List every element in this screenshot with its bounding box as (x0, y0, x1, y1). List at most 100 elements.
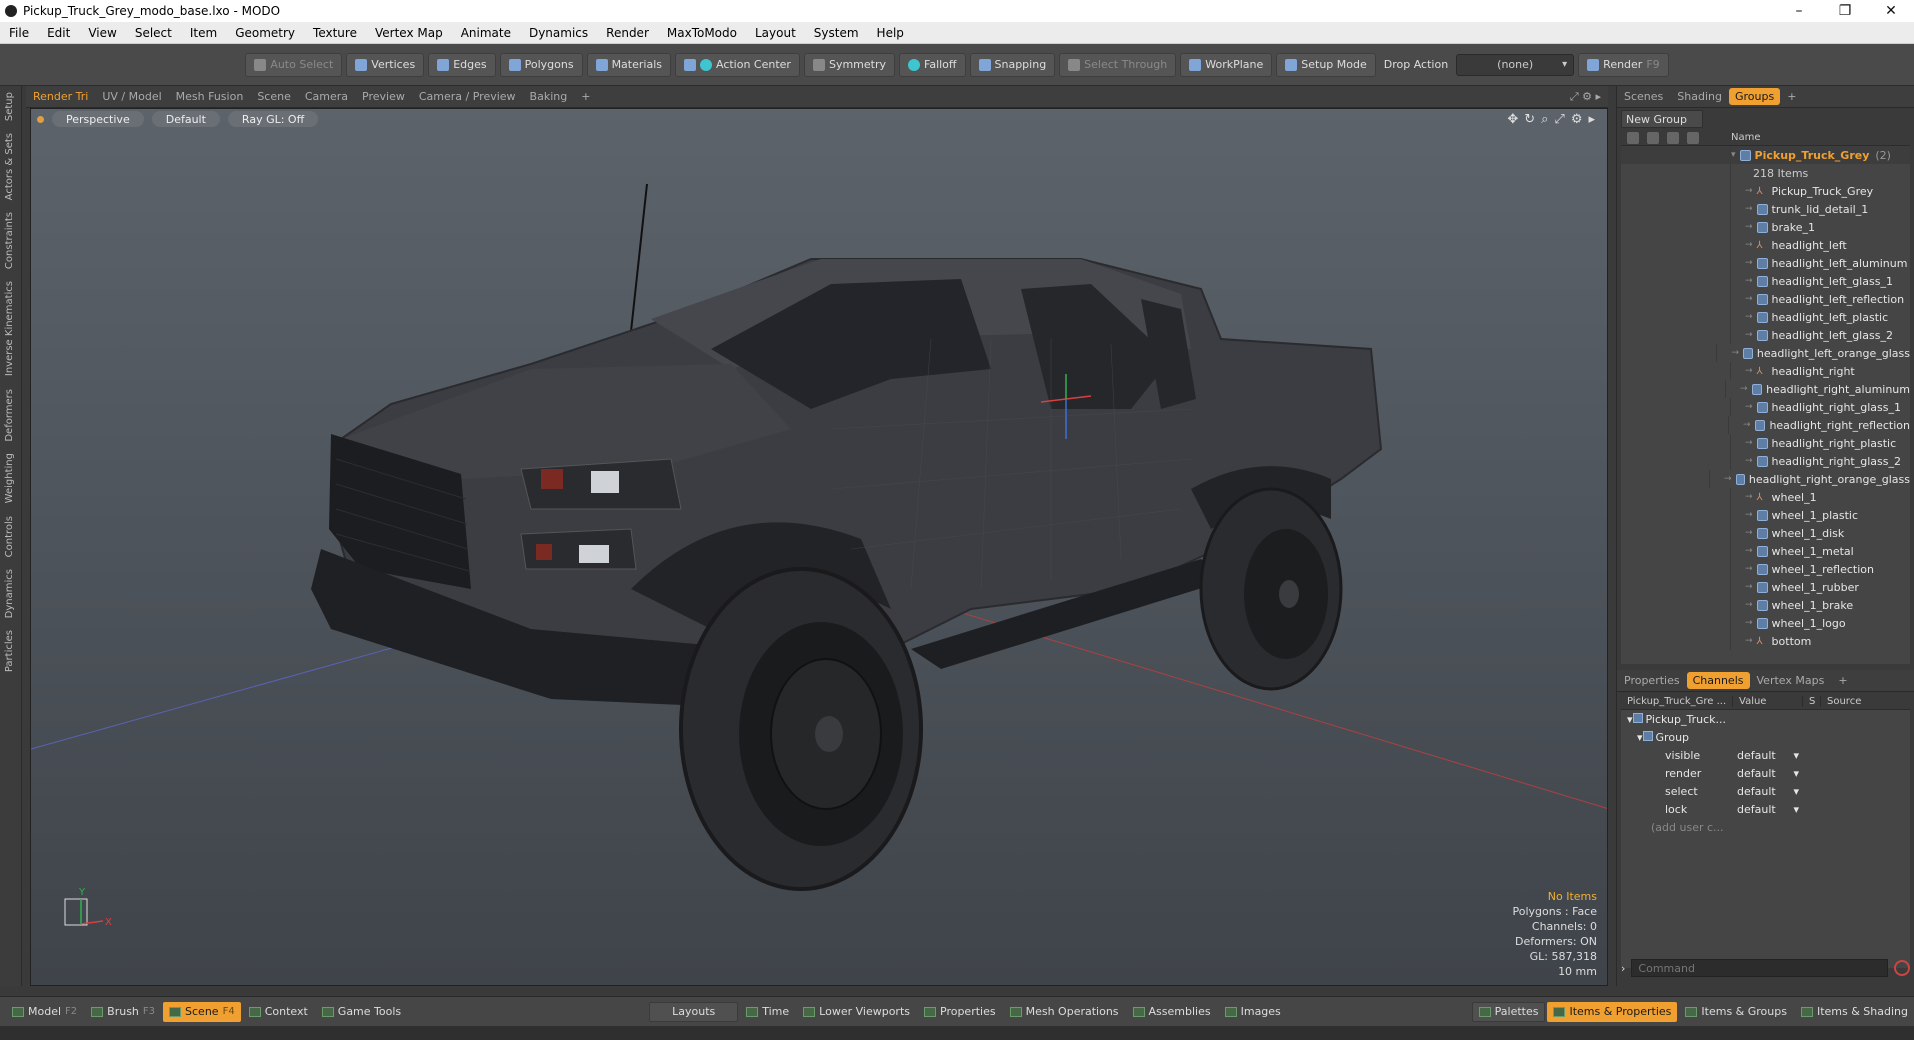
menu-view[interactable]: View (79, 26, 125, 40)
snapping-button[interactable]: Snapping (969, 52, 1056, 77)
menu-select[interactable]: Select (126, 26, 181, 40)
group-member-row[interactable]: → ⅄ bottom (1621, 632, 1910, 650)
channel-value-dropdown[interactable]: default ▾ (1733, 803, 1803, 816)
tab-particles[interactable]: Particles (4, 624, 15, 678)
tab-scene[interactable]: Scene (250, 90, 298, 103)
tab-deformers[interactable]: Deformers (4, 383, 15, 448)
add-panel-tab[interactable]: + (1780, 90, 1803, 103)
menu-help[interactable]: Help (868, 26, 913, 40)
eye-icon[interactable] (1627, 131, 1639, 144)
select-column-icon[interactable] (1687, 131, 1699, 144)
tab-uv-model[interactable]: UV / Model (95, 90, 168, 103)
group-member-row[interactable]: → headlight_left_glass_1 (1621, 272, 1910, 290)
action-center-button[interactable]: Action Center (674, 52, 800, 77)
group-member-row[interactable]: → ⅄ headlight_left (1621, 236, 1910, 254)
channel-value-dropdown[interactable]: default ▾ (1733, 749, 1803, 762)
channel-value-dropdown[interactable]: default ▾ (1733, 785, 1803, 798)
group-member-row[interactable]: → wheel_1_disk (1621, 524, 1910, 542)
add-tab-button[interactable]: + (574, 90, 597, 103)
menu-layout[interactable]: Layout (746, 26, 805, 40)
group-member-row[interactable]: → ⅄ headlight_right (1621, 362, 1910, 380)
maximize-button[interactable]: ❐ (1822, 3, 1868, 19)
items-groups-button[interactable]: Items & Groups (1679, 1002, 1793, 1022)
menu-animate[interactable]: Animate (452, 26, 520, 40)
drop-action-select[interactable]: (none) (1456, 53, 1575, 76)
menu-maxtomodo[interactable]: MaxToModo (658, 26, 746, 40)
minimize-button[interactable]: – (1776, 3, 1822, 19)
tab-channels[interactable]: Channels (1686, 672, 1750, 689)
tab-preview[interactable]: Preview (355, 90, 412, 103)
lower-viewports-button[interactable]: Lower Viewports (797, 1002, 916, 1022)
group-member-row[interactable]: → ⅄ Pickup_Truck_Grey (1621, 182, 1910, 200)
time-button[interactable]: Time (740, 1002, 795, 1022)
group-member-row[interactable]: → headlight_left_aluminum (1621, 254, 1910, 272)
group-member-row[interactable]: → wheel_1_plastic (1621, 506, 1910, 524)
command-expand-icon[interactable]: › (1621, 962, 1625, 975)
channel-value-dropdown[interactable]: default ▾ (1733, 767, 1803, 780)
auto-select-button[interactable]: Auto Select (245, 52, 343, 77)
tab-camera-preview[interactable]: Camera / Preview (412, 90, 523, 103)
group-member-row[interactable]: → wheel_1_rubber (1621, 578, 1910, 596)
group-member-row[interactable]: → wheel_1_logo (1621, 614, 1910, 632)
group-member-row[interactable]: → headlight_right_plastic (1621, 434, 1910, 452)
menu-item[interactable]: Item (181, 26, 226, 40)
group-member-row[interactable]: → headlight_right_aluminum (1621, 380, 1910, 398)
menu-edit[interactable]: Edit (38, 26, 79, 40)
group-member-row[interactable]: → headlight_right_reflection (1621, 416, 1910, 434)
items-shading-button[interactable]: Items & Shading (1795, 1002, 1914, 1022)
items-properties-button[interactable]: Items & Properties (1547, 1001, 1678, 1022)
render-column-icon[interactable] (1647, 131, 1659, 144)
group-member-row[interactable]: → wheel_1_brake (1621, 596, 1910, 614)
layout-model-button[interactable]: Model F2 (6, 1002, 83, 1022)
layout-brush-button[interactable]: Brush F3 (85, 1002, 161, 1022)
tab-constraints[interactable]: Constraints (4, 206, 15, 275)
menu-dynamics[interactable]: Dynamics (520, 26, 597, 40)
setup-mode-button[interactable]: Setup Mode (1276, 52, 1376, 77)
vertices-button[interactable]: Vertices (346, 52, 425, 77)
close-button[interactable]: ✕ (1868, 3, 1914, 19)
tab-inverse-kinematics[interactable]: Inverse Kinematics (4, 275, 15, 382)
group-member-row[interactable]: → ⅄ wheel_1 (1621, 488, 1910, 506)
tab-vertex-maps[interactable]: Vertex Maps (1750, 674, 1832, 687)
select-through-button[interactable]: Select Through (1059, 52, 1177, 77)
tab-scenes[interactable]: Scenes (1617, 90, 1670, 103)
group-member-row[interactable]: → wheel_1_reflection (1621, 560, 1910, 578)
lock-icon[interactable] (1667, 131, 1679, 144)
falloff-button[interactable]: Falloff (899, 52, 966, 77)
tab-weighting[interactable]: Weighting (4, 447, 15, 509)
viewport-options-icon[interactable]: ⤢ ⚙ ▸ (1563, 90, 1608, 104)
layout-context-button[interactable]: Context (243, 1002, 314, 1022)
tab-render-tri[interactable]: Render Tri (26, 90, 95, 103)
tab-actors-sets[interactable]: Actors & Sets (4, 127, 15, 206)
menu-vertex-map[interactable]: Vertex Map (366, 26, 452, 40)
group-member-row[interactable]: → brake_1 (1621, 218, 1910, 236)
new-group-button[interactable]: New Group (1621, 110, 1703, 128)
command-input[interactable] (1631, 959, 1888, 977)
images-button[interactable]: Images (1219, 1002, 1287, 1022)
menu-geometry[interactable]: Geometry (226, 26, 304, 40)
group-member-row[interactable]: → headlight_right_glass_1 (1621, 398, 1910, 416)
layouts-button[interactable]: Layouts (649, 1001, 739, 1022)
menu-file[interactable]: File (0, 26, 38, 40)
tab-controls[interactable]: Controls (4, 510, 15, 563)
channel-tree-item[interactable]: ▾ Pickup_Truck... (1621, 710, 1910, 728)
tab-groups[interactable]: Groups (1728, 88, 1781, 105)
tab-setup[interactable]: Setup (4, 86, 15, 127)
tab-camera[interactable]: Camera (298, 90, 355, 103)
group-member-row[interactable]: → headlight_left_plastic (1621, 308, 1910, 326)
group-member-row[interactable]: → wheel_1_metal (1621, 542, 1910, 560)
tab-properties[interactable]: Properties (1617, 674, 1687, 687)
layout-scene-button[interactable]: Scene F4 (163, 1001, 241, 1022)
polygons-button[interactable]: Polygons (499, 52, 583, 77)
record-macro-icon[interactable] (1894, 960, 1910, 976)
palettes-button[interactable]: Palettes (1471, 1001, 1546, 1022)
menu-system[interactable]: System (805, 26, 868, 40)
materials-button[interactable]: Materials (586, 52, 671, 77)
group-member-row[interactable]: → headlight_left_glass_2 (1621, 326, 1910, 344)
tab-shading[interactable]: Shading (1670, 90, 1729, 103)
channel-tree-group[interactable]: ▾ Group (1621, 728, 1910, 746)
tab-dynamics[interactable]: Dynamics (4, 563, 15, 624)
edges-button[interactable]: Edges (428, 52, 496, 77)
group-member-row[interactable]: → headlight_left_reflection (1621, 290, 1910, 308)
add-user-channel[interactable]: (add user c... (1621, 818, 1910, 836)
